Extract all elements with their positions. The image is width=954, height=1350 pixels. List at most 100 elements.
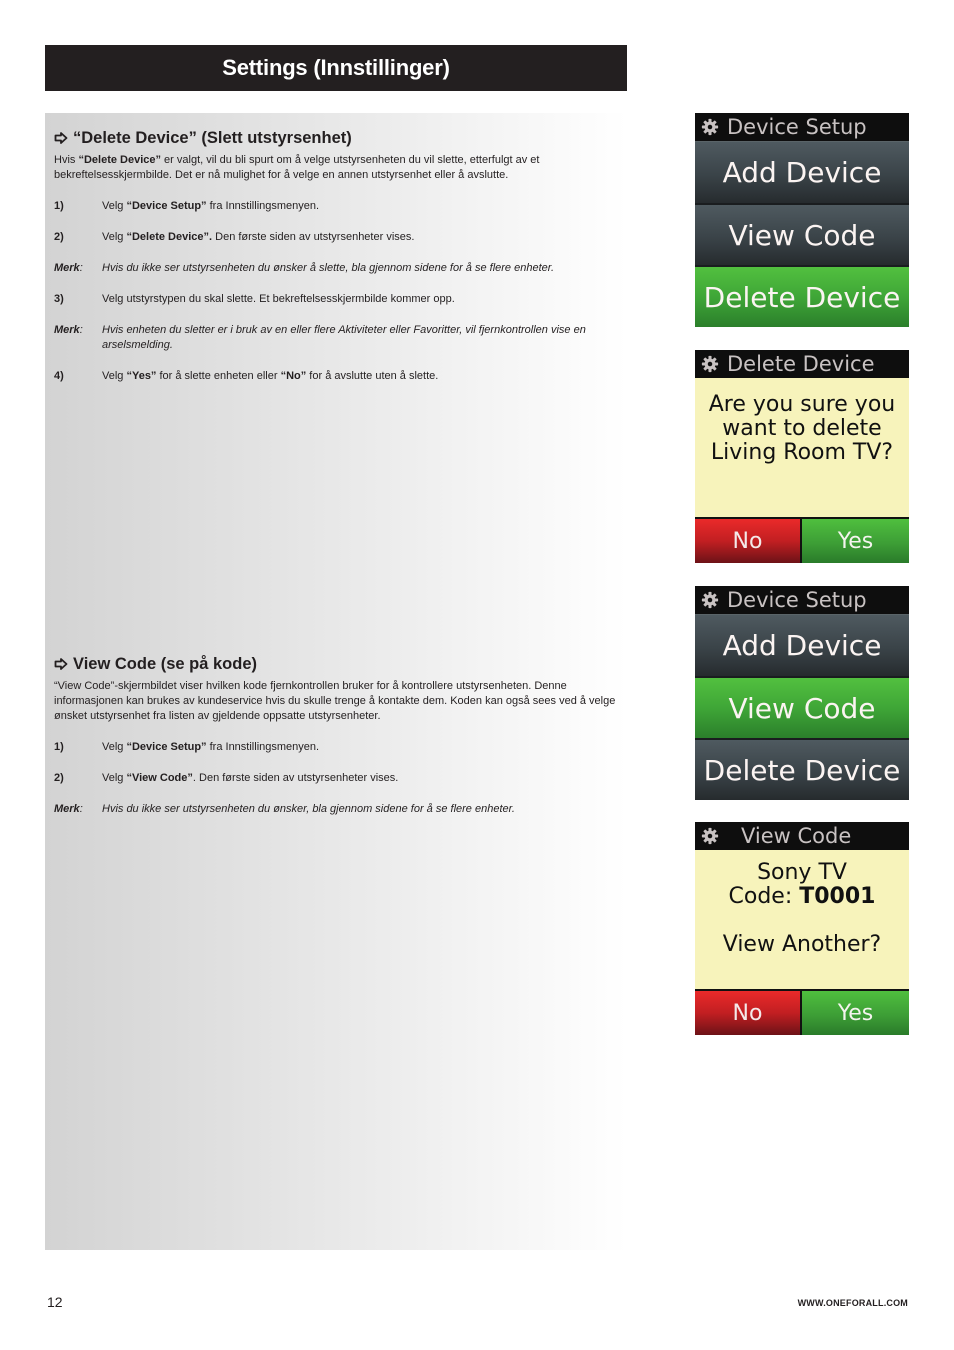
website-url[interactable]: WWW.ONEFORALL.COM bbox=[798, 1298, 908, 1308]
step-number: 2) bbox=[54, 231, 64, 243]
emphasis: “Yes” bbox=[126, 370, 157, 382]
text: Velg bbox=[102, 200, 127, 212]
step-text: Velg utstyrstypen du skal slette. Et bek… bbox=[102, 293, 455, 305]
step-number: 2) bbox=[54, 772, 64, 784]
emphasis: “No” bbox=[280, 370, 307, 382]
note-label: Merk: bbox=[54, 802, 102, 817]
step-text: Velg “Device Setup” fra Innstillingsmeny… bbox=[102, 740, 319, 755]
view-code-screen: View Code Sony TV Code: T0001 View Anoth… bbox=[695, 822, 909, 1035]
add-device-button[interactable]: Add Device bbox=[695, 614, 909, 676]
note-text: Hvis enheten du sletter er i bruk av en … bbox=[102, 324, 586, 351]
text: Merk bbox=[54, 262, 80, 274]
section-heading: “Delete Device” (Slett utstyrsenhet) bbox=[54, 127, 619, 149]
step-number: 3) bbox=[54, 293, 64, 305]
gear-icon bbox=[701, 355, 719, 373]
yes-button[interactable]: Yes bbox=[802, 519, 909, 563]
page-title-bar: Settings (Innstillinger) bbox=[45, 45, 627, 91]
page-number: 12 bbox=[47, 1294, 63, 1310]
emphasis: “Delete Device” bbox=[78, 154, 161, 166]
delete-device-section: “Delete Device” (Slett utstyrsenhet) Hvi… bbox=[54, 127, 619, 384]
emphasis: “Delete Device”. bbox=[126, 231, 213, 243]
view-code-button[interactable]: View Code bbox=[695, 203, 909, 265]
text: . Den første siden av utstyrsenheter vis… bbox=[192, 772, 399, 784]
step-item: 1) Velg “Device Setup” fra Innstillingsm… bbox=[54, 199, 619, 214]
section-heading: View Code (se på kode) bbox=[54, 653, 619, 675]
step-number: 1) bbox=[54, 741, 64, 753]
step-item: 2) Velg “Delete Device”. Den første side… bbox=[54, 230, 619, 245]
text: : bbox=[79, 262, 83, 274]
no-button[interactable]: No bbox=[695, 991, 802, 1035]
device-setup-screen: Device Setup Add Device View Code Delete… bbox=[695, 113, 909, 327]
text: Merk bbox=[54, 803, 80, 815]
text: for å slette enheten eller bbox=[156, 370, 281, 382]
text: Velg bbox=[102, 772, 127, 784]
text: Velg bbox=[102, 231, 127, 243]
screen-header: Device Setup bbox=[695, 113, 909, 141]
screen-header: Device Setup bbox=[695, 586, 909, 614]
note-text: Hvis du ikke ser utstyrsenheten du ønske… bbox=[102, 262, 555, 274]
delete-confirm-screen: Delete Device Are you sure you want to d… bbox=[695, 350, 909, 563]
view-code-button[interactable]: View Code bbox=[695, 676, 909, 738]
step-number: 1) bbox=[54, 200, 64, 212]
step-text: Velg “Device Setup” fra Innstillingsmeny… bbox=[102, 199, 319, 214]
no-button[interactable]: No bbox=[695, 519, 802, 563]
note-label: Merk: bbox=[54, 261, 102, 276]
emphasis: “Device Setup” bbox=[126, 200, 207, 212]
emphasis: “Device Setup” bbox=[126, 741, 207, 753]
page-title: Settings (Innstillinger) bbox=[222, 55, 450, 80]
text: : bbox=[79, 803, 83, 815]
note-item: Merk: Hvis du ikke ser utstyrsenheten du… bbox=[54, 261, 619, 276]
emphasis: “View Code” bbox=[126, 772, 193, 784]
confirm-message: Are you sure you want to delete Living R… bbox=[695, 378, 909, 517]
note-item: Merk: Hvis du ikke ser utstyrsenheten du… bbox=[54, 802, 619, 817]
gear-icon bbox=[701, 118, 719, 136]
text: Den første siden av utstyrsenheter vises… bbox=[212, 231, 415, 243]
message-line: Living Room TV? bbox=[710, 440, 894, 465]
section-title: “Delete Device” (Slett utstyrsenhet) bbox=[73, 128, 352, 147]
screen-title: Delete Device bbox=[727, 352, 875, 376]
delete-device-button[interactable]: Delete Device bbox=[695, 738, 909, 800]
text: Hvis bbox=[54, 154, 79, 166]
text: Merk bbox=[54, 324, 80, 336]
note-item: Merk: Hvis enheten du sletter er i bruk … bbox=[54, 323, 619, 353]
choice-row: No Yes bbox=[695, 517, 909, 563]
gear-icon bbox=[701, 827, 719, 845]
code-line: Code: T0001 bbox=[695, 885, 909, 909]
note-text: Hvis du ikke ser utstyrsenheten du ønske… bbox=[102, 803, 515, 815]
delete-device-button[interactable]: Delete Device bbox=[695, 265, 909, 327]
step-item: 2) Velg “View Code”. Den første siden av… bbox=[54, 771, 619, 786]
screen-header: View Code bbox=[695, 822, 909, 850]
intro-paragraph: “View Code”-skjermbildet viser hvilken k… bbox=[54, 680, 616, 722]
step-number: 4) bbox=[54, 370, 64, 382]
yes-button[interactable]: Yes bbox=[802, 991, 909, 1035]
message-line: want to delete bbox=[722, 416, 882, 441]
device-name: Sony TV bbox=[757, 860, 847, 885]
text: Velg bbox=[102, 370, 127, 382]
intro-paragraph: Hvis “Delete Device” er valgt, vil du bl… bbox=[54, 153, 619, 183]
text: : bbox=[79, 324, 83, 336]
code-value: T0001 bbox=[799, 884, 876, 909]
screen-title: Device Setup bbox=[727, 588, 867, 612]
step-item: 1) Velg “Device Setup” fra Innstillingsm… bbox=[54, 740, 619, 755]
code-message: Sony TV Code: T0001 View Another? bbox=[695, 850, 909, 989]
text: fra Innstillingsmenyen. bbox=[206, 741, 320, 753]
choice-row: No Yes bbox=[695, 989, 909, 1035]
text: fra Innstillingsmenyen. bbox=[206, 200, 320, 212]
screen-title: View Code bbox=[741, 824, 852, 848]
section-title: View Code (se på kode) bbox=[73, 654, 257, 673]
add-device-button[interactable]: Add Device bbox=[695, 141, 909, 203]
step-text: Velg “Delete Device”. Den første siden a… bbox=[102, 230, 414, 245]
message-line: Are you sure you bbox=[708, 392, 896, 417]
step-item: 4) Velg “Yes” for å slette enheten eller… bbox=[54, 369, 619, 384]
arrow-right-icon bbox=[54, 658, 68, 670]
step-text: Velg “Yes” for å slette enheten eller “N… bbox=[102, 369, 438, 384]
code-label: Code: bbox=[728, 884, 800, 909]
text: for å avslutte uten å slette. bbox=[306, 370, 439, 382]
view-another-question: View Another? bbox=[722, 932, 882, 957]
note-label: Merk: bbox=[54, 323, 102, 353]
gear-icon bbox=[701, 591, 719, 609]
text: Velg bbox=[102, 741, 127, 753]
step-text: Velg “View Code”. Den første siden av ut… bbox=[102, 771, 398, 786]
arrow-right-icon bbox=[54, 132, 68, 144]
step-item: 3) Velg utstyrstypen du skal slette. Et … bbox=[54, 292, 619, 307]
